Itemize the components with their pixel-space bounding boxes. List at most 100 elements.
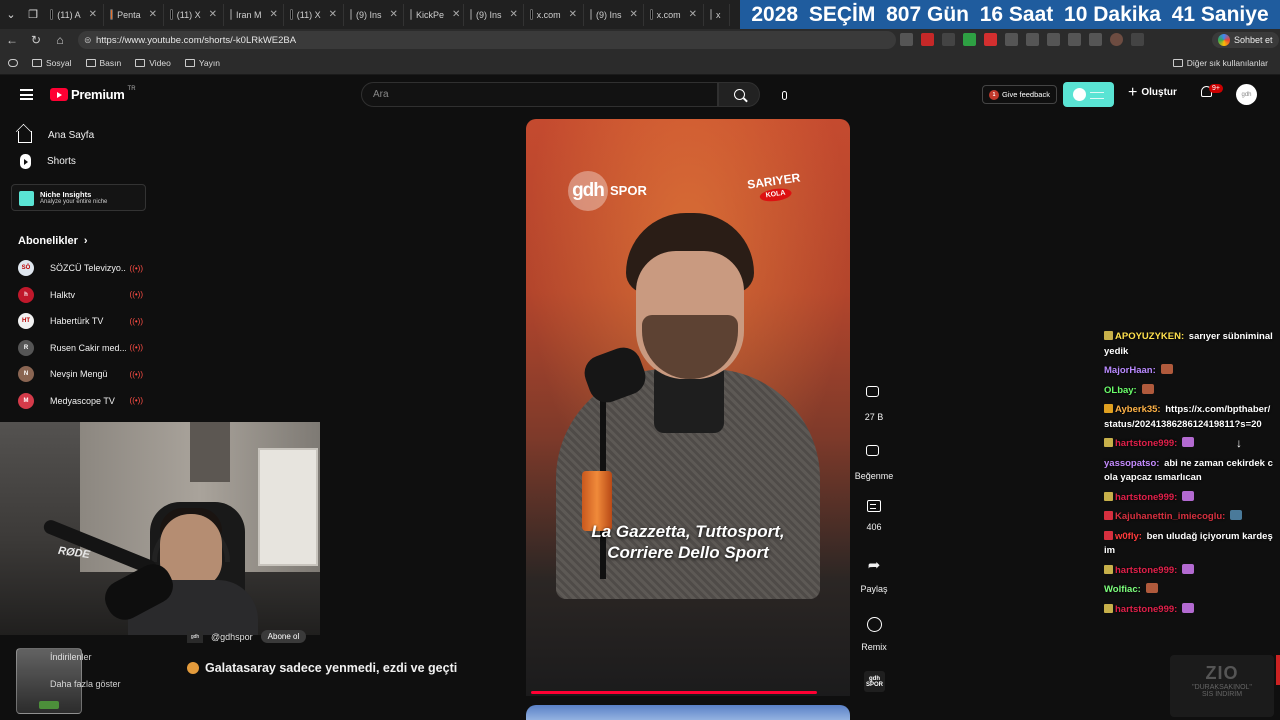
browser-tab[interactable]: (9) Ins ✕: [344, 3, 404, 26]
channel-avatar-small[interactable]: gdh: [187, 630, 203, 643]
reading-list-icon[interactable]: [8, 58, 18, 67]
more-icon[interactable]: [1131, 33, 1144, 46]
extension-icon[interactable]: [1089, 33, 1102, 46]
give-feedback-button[interactable]: 1 Give feedback: [982, 85, 1057, 104]
tab-close-icon[interactable]: ✕: [390, 9, 398, 20]
back-icon[interactable]: ←: [0, 29, 24, 51]
browser-tab[interactable]: Iran M ✕: [224, 3, 284, 26]
url-field[interactable]: ⊜ https://www.youtube.com/shorts/-k0LRkW…: [78, 31, 896, 49]
remix-button[interactable]: Remix: [851, 617, 897, 652]
subscriptions-header[interactable]: Abonelikler ›: [18, 235, 88, 247]
search-input[interactable]: Ara: [361, 82, 718, 107]
bookmark-folder[interactable]: Yayın: [184, 58, 220, 68]
subscription-item[interactable]: h Halktv ((•)): [18, 285, 143, 305]
niche-toggle-button[interactable]: [1063, 82, 1114, 107]
browser-tab[interactable]: x✕: [704, 3, 730, 26]
browser-tab[interactable]: (11) X ✕: [164, 3, 224, 26]
extension-icon[interactable]: [1026, 33, 1039, 46]
channel-avatar[interactable]: gdh SPOR: [864, 671, 885, 692]
tab-search-icon[interactable]: ⌄: [0, 4, 22, 26]
chat-message: APOYUZYKEN: sarıyer sübniminal yedik: [1104, 330, 1274, 359]
channel-handle[interactable]: @gdhspor: [211, 632, 253, 642]
bookmark-folder[interactable]: Video: [135, 58, 171, 68]
address-bar-row: ← ↻ ⌂ ⊜ https://www.youtube.com/shorts/-…: [0, 29, 1280, 51]
chat-badge-icon: [1104, 331, 1113, 340]
other-favorites[interactable]: Diğer sık kullanılanlar: [1172, 58, 1268, 68]
channel-avatar: HT: [18, 313, 34, 329]
browser-tab[interactable]: x.com ✕: [524, 3, 584, 26]
browser-tab[interactable]: (9) Ins ✕: [584, 3, 644, 26]
tab-close-icon[interactable]: ✕: [270, 9, 278, 20]
tab-favicon-icon: [50, 9, 54, 20]
sponsor-watermark: ZIO "DURAKSAKINOL" SİS İNDİRİM: [1170, 655, 1274, 717]
create-button[interactable]: + Oluştur: [1128, 84, 1177, 100]
like-button[interactable]: 27 B: [851, 382, 897, 422]
browser-tab[interactable]: (9) Ins ✕: [464, 3, 524, 26]
extension-icon[interactable]: [942, 33, 955, 46]
voice-search-button[interactable]: [772, 83, 796, 107]
next-short-preview[interactable]: [526, 705, 850, 720]
tab-close-icon[interactable]: ✕: [452, 9, 460, 20]
split-screen-icon[interactable]: [1005, 33, 1018, 46]
copilot-chat-label: Sohbet et: [1234, 35, 1273, 45]
tab-favicon-icon: [290, 9, 293, 20]
extension-icon[interactable]: [900, 33, 913, 46]
extension-icon[interactable]: [963, 33, 976, 46]
shorts-icon: [20, 154, 31, 169]
chat-badge-icon: [1104, 603, 1113, 613]
browser-tab[interactable]: (11) A ✕: [44, 3, 104, 26]
video-progress-bar[interactable]: [531, 691, 817, 694]
youtube-premium-logo[interactable]: Premium TR: [50, 85, 136, 102]
account-avatar[interactable]: gdh: [1236, 84, 1257, 105]
browser-tab[interactable]: (11) X ✕: [284, 3, 344, 26]
notification-badge: 9+: [1209, 84, 1223, 93]
dislike-label: Beğenme: [854, 471, 894, 481]
tab-close-icon[interactable]: ✕: [569, 9, 577, 20]
tab-favicon-icon: [470, 9, 472, 20]
tab-label: Penta: [117, 9, 141, 20]
tab-close-icon[interactable]: ✕: [510, 9, 518, 20]
dislike-button[interactable]: Beğenme: [851, 441, 897, 481]
browser-tab[interactable]: Penta ✕: [104, 3, 164, 26]
chat-emote-icon: [1141, 383, 1154, 394]
profile-avatar[interactable]: [1110, 33, 1123, 46]
workspaces-icon[interactable]: ❐: [22, 4, 44, 26]
tab-close-icon[interactable]: ✕: [329, 9, 337, 20]
site-info-icon[interactable]: ⊜: [84, 35, 92, 46]
sidebar-item-label: Shorts: [47, 156, 76, 167]
tab-close-icon[interactable]: ✕: [209, 9, 217, 20]
bookmark-folder[interactable]: Sosyal: [32, 58, 72, 68]
comments-button[interactable]: 406: [851, 500, 897, 532]
search-button[interactable]: [718, 82, 760, 107]
sidebar-item-shorts[interactable]: Shorts: [18, 154, 76, 169]
subscription-item[interactable]: HT Habertürk TV ((•)): [18, 311, 143, 331]
menu-icon[interactable]: [20, 89, 33, 100]
extension-icon[interactable]: [984, 33, 997, 46]
tab-close-icon[interactable]: ✕: [689, 9, 697, 20]
subscribe-button[interactable]: Abone ol: [260, 630, 307, 643]
shorts-video-player[interactable]: gdh SPOR SARIYER KOLA La Gazzetta, Tutto…: [526, 119, 850, 696]
favorites-icon[interactable]: [1047, 33, 1060, 46]
home-browser-icon[interactable]: ⌂: [48, 29, 72, 51]
tab-close-icon[interactable]: ✕: [729, 9, 730, 20]
niche-insights-subtitle: Analyze your entire niche: [40, 199, 108, 205]
browser-tab[interactable]: KickPe ✕: [404, 3, 464, 26]
browser-tab[interactable]: x.com ✕: [644, 3, 704, 26]
tab-close-icon[interactable]: ✕: [630, 9, 638, 20]
collections-icon[interactable]: [1068, 33, 1081, 46]
reload-icon[interactable]: ↻: [24, 29, 48, 51]
copilot-chat-button[interactable]: Sohbet et: [1212, 32, 1279, 48]
tab-favicon-icon: [590, 9, 592, 20]
tab-close-icon[interactable]: ✕: [149, 9, 157, 20]
bookmark-folder[interactable]: Basın: [85, 58, 121, 68]
extension-icon[interactable]: [921, 33, 934, 46]
niche-insights-card[interactable]: Niche Insights Analyze your entire niche: [11, 184, 146, 211]
subscription-item[interactable]: N Nevşin Mengü ((•)): [18, 364, 143, 384]
share-button[interactable]: ➦ Paylaş: [851, 558, 897, 595]
sidebar-item-home[interactable]: Ana Sayfa: [18, 128, 94, 143]
subscription-item[interactable]: R Rusen Cakir med... ((•)): [18, 338, 143, 358]
logo-region: TR: [127, 85, 136, 92]
tab-close-icon[interactable]: ✕: [89, 9, 97, 20]
subscription-item[interactable]: M Medyascope TV ((•)): [18, 391, 143, 411]
subscription-item[interactable]: SÖ SÖZCÜ Televizyo... ((•)): [18, 258, 143, 278]
